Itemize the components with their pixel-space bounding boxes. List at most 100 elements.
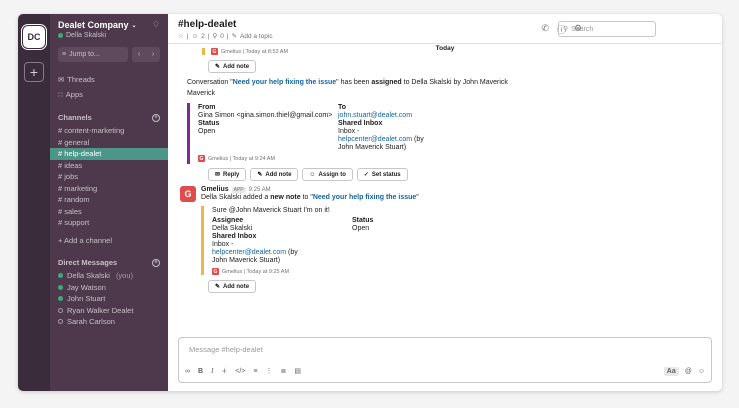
code-icon[interactable]: </> bbox=[235, 368, 245, 375]
set-status-button[interactable]: ✓ Set status bbox=[356, 168, 408, 181]
workspace-tile[interactable]: DC bbox=[23, 26, 45, 48]
add-channel-link[interactable]: + Add a channel bbox=[50, 235, 168, 247]
gmelius-icon: G bbox=[212, 268, 219, 275]
message-input[interactable]: Message #help-dealet bbox=[189, 345, 263, 354]
online-status-icon bbox=[58, 284, 63, 290]
app-badge: APP bbox=[231, 186, 246, 193]
members-icon[interactable]: ☺ bbox=[192, 33, 199, 40]
gmelius-avatar[interactable]: G bbox=[180, 186, 196, 202]
code-block-icon[interactable]: ▤ bbox=[294, 367, 301, 375]
assignment-attachment: From To Gina Simon <gina.simon.thiel@gmai… bbox=[187, 103, 710, 164]
bell-icon[interactable]: ♢ bbox=[152, 19, 160, 30]
reply-button[interactable]: ✉ Reply bbox=[208, 168, 247, 181]
bold-icon[interactable]: B bbox=[198, 368, 203, 375]
note-icon: ✎ bbox=[215, 64, 221, 70]
gmelius-icon: G bbox=[198, 155, 205, 162]
conversation-link[interactable]: Need your help fixing the issue bbox=[233, 79, 336, 86]
dm-item[interactable]: John Stuart bbox=[50, 293, 168, 305]
main-pane: #help-dealet ☆ | ☺ 2 | ⚲ 0 | ✎ Add a topic ✆ ⓘ… bbox=[168, 14, 722, 391]
sidebar-channel-content-marketing[interactable]: # content-marketing bbox=[50, 125, 168, 137]
sidebar-channel-help-dealet[interactable]: # help-dealet bbox=[50, 148, 168, 160]
sidebar-channel-ideas[interactable]: # ideas bbox=[50, 160, 168, 172]
channel-header: #help-dealet ☆ | ☺ 2 | ⚲ 0 | ✎ Add a topic ✆ ⓘ… bbox=[168, 14, 722, 44]
dm-header[interactable]: Direct Messages + bbox=[50, 255, 168, 270]
italic-icon[interactable]: I bbox=[211, 367, 213, 375]
sidebar-channel-jobs[interactable]: # jobs bbox=[50, 171, 168, 183]
add-dm-icon[interactable]: + bbox=[152, 258, 160, 267]
offline-status-icon bbox=[58, 307, 63, 313]
quote-icon[interactable]: ≣ bbox=[281, 367, 287, 375]
inbox-email-link[interactable]: helpcenter@dealet.com bbox=[212, 249, 286, 256]
dm-item[interactable]: Della Skalski (you) bbox=[50, 270, 168, 282]
pencil-icon: ✎ bbox=[231, 33, 238, 40]
emoji-icon[interactable]: ☺ bbox=[698, 368, 705, 375]
message-list: Today G Gmelius | Today at 8:53 AM ✎ Add n… bbox=[168, 44, 722, 337]
star-icon[interactable]: ☆ bbox=[178, 32, 184, 40]
add-note-button[interactable]: ✎ Add note bbox=[208, 60, 257, 73]
dm-item[interactable]: Sarah Carlson bbox=[50, 316, 168, 328]
message-footer: G Gmelius | Today at 9:24 AM bbox=[198, 155, 276, 162]
message-assign: Conversation "Need your help fixing the … bbox=[187, 79, 508, 97]
note-icon: ✎ bbox=[215, 284, 221, 290]
bulleted-list-icon[interactable]: ⋮ bbox=[266, 367, 273, 375]
chevron-down-icon: ⌄ bbox=[131, 22, 137, 29]
search-input[interactable]: ⚲ Search bbox=[558, 21, 656, 37]
conversation-link[interactable]: Need your help fixing the issue bbox=[313, 194, 416, 201]
jump-to-button[interactable]: ≡ Jump to... bbox=[58, 47, 128, 62]
message-footer: G Gmelius | Today at 9:25 AM bbox=[212, 268, 290, 275]
add-note-button[interactable]: ✎ Add note bbox=[208, 280, 257, 293]
threads-icon: ✉ bbox=[58, 75, 65, 84]
offline-status-icon bbox=[58, 319, 63, 325]
member-count[interactable]: 2 bbox=[201, 33, 205, 40]
team-user: Della Skalski bbox=[58, 32, 160, 39]
dm-item[interactable]: Jay Watson bbox=[50, 282, 168, 294]
reply-icon: ✉ bbox=[215, 172, 221, 178]
add-workspace-button[interactable]: + bbox=[24, 62, 44, 82]
sidebar-item-apps[interactable]: ∷ Apps bbox=[50, 87, 168, 102]
back-arrow-icon[interactable]: ‹ bbox=[138, 51, 140, 58]
phone-icon[interactable]: ✆ bbox=[541, 23, 549, 36]
online-status-icon bbox=[58, 273, 63, 279]
search-icon: ⚲ bbox=[563, 26, 569, 33]
note-attachment: Sure @John Maverick Stuart I'm on it! As… bbox=[201, 206, 710, 275]
mention-icon[interactable]: @ bbox=[685, 368, 692, 375]
sidebar-channel-random[interactable]: # random bbox=[50, 194, 168, 206]
add-topic-link[interactable]: Add a topic bbox=[240, 33, 273, 40]
channels-header[interactable]: Channels + bbox=[50, 110, 168, 125]
date-divider: Today bbox=[435, 45, 455, 52]
online-status-icon bbox=[58, 296, 63, 302]
team-name: Dealet Company ⌄ bbox=[58, 20, 137, 30]
inbox-email-link[interactable]: helpcenter@dealet.com bbox=[338, 136, 412, 143]
add-channel-icon[interactable]: + bbox=[152, 113, 160, 122]
pin-count[interactable]: 0 bbox=[220, 33, 224, 40]
sidebar-channel-sales[interactable]: # sales bbox=[50, 206, 168, 218]
dm-item[interactable]: Ryan Walker Dealet bbox=[50, 305, 168, 317]
ordered-list-icon[interactable]: ≡ bbox=[253, 368, 257, 375]
formatting-toggle-button[interactable]: Aa bbox=[663, 366, 679, 376]
attach-icon[interactable]: ∞ bbox=[185, 368, 190, 375]
message-composer[interactable]: Message #help-dealet ∞ B I ∔ </> ≡ ⋮ ≣ ▤… bbox=[178, 337, 712, 383]
message-time[interactable]: 9:25 AM bbox=[249, 187, 271, 193]
online-status-icon bbox=[58, 33, 63, 38]
user-icon: ☺ bbox=[309, 171, 316, 178]
app-window: DC + Dealet Company ⌄ Della Skalski ♢ ≡ Ju… bbox=[18, 14, 722, 391]
sidebar-channel-general[interactable]: # general bbox=[50, 137, 168, 149]
team-header[interactable]: Dealet Company ⌄ Della Skalski ♢ bbox=[50, 14, 168, 39]
author-name[interactable]: Gmelius bbox=[201, 186, 229, 193]
workspace-rail: DC + bbox=[18, 14, 50, 391]
note-icon: ✎ bbox=[257, 172, 263, 178]
history-nav: ‹ › bbox=[132, 47, 160, 62]
to-email-link[interactable]: john.stuart@dealet.com bbox=[338, 112, 488, 119]
formatting-toolbar: ∞ B I ∔ </> ≡ ⋮ ≣ ▤ Aa @ ☺ bbox=[185, 364, 705, 378]
check-icon: ✓ bbox=[363, 172, 369, 178]
strikethrough-icon[interactable]: ∔ bbox=[221, 367, 227, 375]
sidebar-channel-support[interactable]: # support bbox=[50, 217, 168, 229]
pin-icon[interactable]: ⚲ bbox=[213, 32, 218, 40]
sidebar-channel-marketing[interactable]: # marketing bbox=[50, 183, 168, 195]
apps-icon: ∷ bbox=[58, 90, 63, 99]
add-note-button[interactable]: ✎ Add note bbox=[250, 168, 299, 181]
forward-arrow-icon[interactable]: › bbox=[152, 51, 154, 58]
assign-to-button[interactable]: ☺ Assign to bbox=[302, 168, 353, 181]
jump-icon: ≡ bbox=[62, 51, 67, 58]
sidebar-item-threads[interactable]: ✉ Threads bbox=[50, 72, 168, 87]
